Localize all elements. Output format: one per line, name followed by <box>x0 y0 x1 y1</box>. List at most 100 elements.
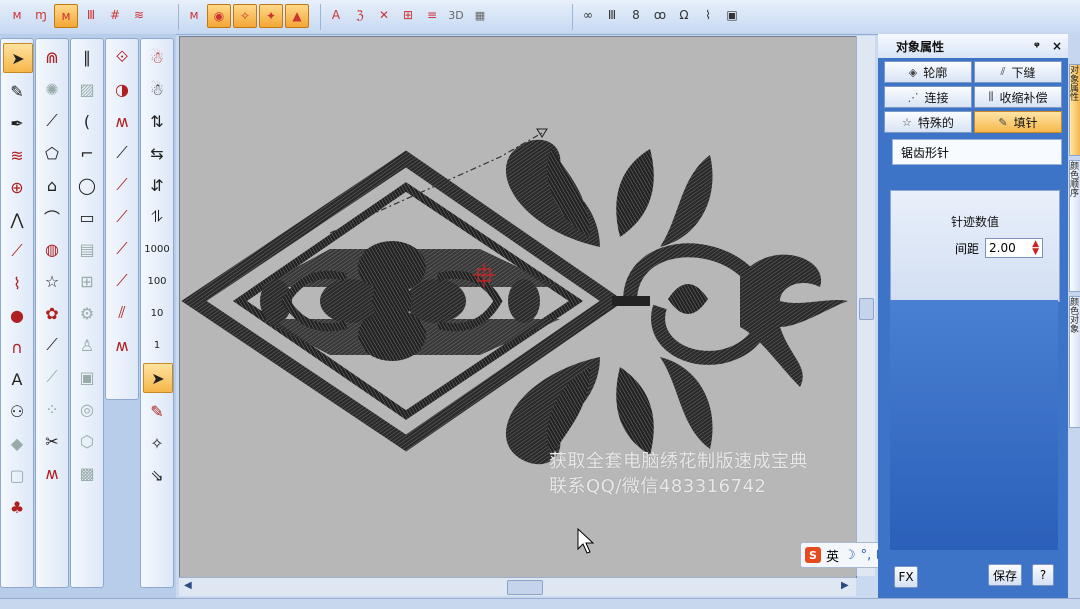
design-canvas[interactable]: 获取全套电脑绣花制版速成宝典 联系QQ/微信483316742 <box>179 36 857 578</box>
step-10-button[interactable]: 10 <box>143 299 171 327</box>
tab-outline[interactable]: ◈ 轮廓 <box>884 61 972 83</box>
figure-d-icon[interactable]: ⥮ <box>143 203 171 231</box>
red-circle-icon[interactable]: ● <box>3 301 31 329</box>
house-shape-icon[interactable]: ⌂ <box>38 171 66 199</box>
stitch-satin-icon[interactable]: ᴍ <box>54 4 78 28</box>
horizontal-scrollbar[interactable]: ◀ ▶ <box>179 577 856 596</box>
zigzag-icon[interactable]: ℨ <box>349 4 371 26</box>
arrows-v-icon[interactable]: ⇅ <box>143 107 171 135</box>
node-curve-icon[interactable]: ⌇ <box>3 269 31 297</box>
peak-icon[interactable]: ⋀ <box>3 205 31 233</box>
line-node-icon[interactable]: ⟋ <box>3 237 31 265</box>
circle-split-icon[interactable]: ⊕ <box>3 173 31 201</box>
tab-compensation[interactable]: ⫼ 收缩补偿 <box>974 86 1062 108</box>
scissor-icon[interactable]: ✂ <box>38 427 66 455</box>
step-1-button[interactable]: 1 <box>143 331 171 359</box>
arch-icon[interactable]: ∩ <box>3 333 31 361</box>
fx-button[interactable]: FX <box>894 566 918 588</box>
step-line-3-icon[interactable]: ⟋ <box>108 171 136 199</box>
fill-d-icon[interactable]: ✦ <box>259 4 283 28</box>
horizontal-scroll-thumb[interactable] <box>507 580 543 595</box>
hexagon-icon[interactable]: ⬡ <box>73 427 101 455</box>
blocks-icon[interactable]: ▤ <box>73 235 101 263</box>
moon-icon[interactable]: ☽ <box>844 548 856 563</box>
dots-icon[interactable]: ⁘ <box>38 395 66 423</box>
satin-tool-icon[interactable]: ʍ <box>108 107 136 135</box>
reshape-icon[interactable]: ✎ <box>3 77 31 105</box>
color-wheel-icon[interactable]: ◑ <box>108 75 136 103</box>
monitor-icon[interactable]: ▣ <box>721 4 743 26</box>
step-100-button[interactable]: 100 <box>143 267 171 295</box>
step-1000-button[interactable]: 1000 <box>143 235 171 263</box>
help-button[interactable]: ? <box>1032 564 1054 586</box>
vertical-scrollbar[interactable] <box>856 36 875 576</box>
maze-icon[interactable]: ▩ <box>73 459 101 487</box>
figure-c-icon[interactable]: ⇵ <box>143 171 171 199</box>
arc-icon[interactable]: ( <box>73 107 101 135</box>
figure-icon[interactable]: ♙ <box>73 331 101 359</box>
gear-tool-icon[interactable]: ⚙ <box>73 299 101 327</box>
circle-text-icon[interactable]: ◎ <box>73 395 101 423</box>
link-icon[interactable]: 8 <box>625 4 647 26</box>
needle-icon[interactable]: ⟋ <box>38 107 66 135</box>
bean-stitch-icon[interactable]: ⟋ <box>108 267 136 295</box>
punctuation-icon[interactable]: °, <box>861 548 872 563</box>
arrows-h-icon[interactable]: ⇆ <box>143 139 171 167</box>
path-pointer-icon[interactable]: ⇘ <box>143 461 171 489</box>
rectangle-icon[interactable]: ▭ <box>73 203 101 231</box>
fade-icon[interactable]: ⟋ <box>38 363 66 391</box>
zigzag-stitch-icon[interactable]: ʍ <box>108 331 136 359</box>
tab-fill-stitch[interactable]: ✎ 填针 <box>974 111 1062 133</box>
fill-e-icon[interactable]: ▲ <box>285 4 309 28</box>
lines-icon[interactable]: ≡ <box>421 4 443 26</box>
star-pointer-icon[interactable]: ✧ <box>143 429 171 457</box>
hatch-tool-icon[interactable]: ▨ <box>73 75 101 103</box>
vertical-scroll-thumb[interactable] <box>859 298 874 320</box>
grid-icon[interactable]: ⊞ <box>397 4 419 26</box>
fill-b-icon[interactable]: ◉ <box>207 4 231 28</box>
frame-icon[interactable]: ▢ <box>3 461 31 489</box>
scroll-left-icon[interactable]: ◀ <box>184 580 192 591</box>
stitch-run-icon[interactable]: ɱ <box>30 4 52 26</box>
stitch-tatami-icon[interactable]: Ⅲ <box>80 4 102 26</box>
hatch-icon[interactable]: ✕ <box>373 4 395 26</box>
omega-icon[interactable]: Ω <box>673 4 695 26</box>
fill-c-icon[interactable]: ✧ <box>233 4 257 28</box>
fill-a-icon[interactable]: ᴍ <box>183 4 205 26</box>
select-arrow-icon[interactable]: ➤ <box>3 43 33 73</box>
manual-stitch-3-icon[interactable]: ⟋ <box>108 235 136 263</box>
figure-a-icon[interactable]: ☃ <box>143 43 171 71</box>
pin-icon[interactable]: ᵠ <box>1034 39 1040 53</box>
figure-b-icon[interactable]: ☃ <box>143 75 171 103</box>
polygon-icon[interactable]: ⬠ <box>38 139 66 167</box>
stitch-cross-icon[interactable]: # <box>104 4 126 26</box>
diamond-icon[interactable]: ◆ <box>3 429 31 457</box>
flower-icon[interactable]: ✿ <box>38 299 66 327</box>
letter-a-icon[interactable]: A <box>325 4 347 26</box>
tab-special[interactable]: ☆ 特殊的 <box>884 111 972 133</box>
close-icon[interactable]: × <box>1052 39 1062 53</box>
star-shape-icon[interactable]: ☆ <box>38 267 66 295</box>
wave-tool-icon[interactable]: ≋ <box>3 141 31 169</box>
text-tool-icon[interactable]: A <box>3 365 31 393</box>
frame-square-icon[interactable]: ▣ <box>73 363 101 391</box>
column-icon[interactable]: Ⅲ <box>601 4 623 26</box>
loop-icon[interactable]: ꝏ <box>649 4 671 26</box>
grid-tool-icon[interactable]: ⊞ <box>73 267 101 295</box>
ball-icon[interactable]: ◍ <box>38 235 66 263</box>
people-icon[interactable]: ⚇ <box>3 397 31 425</box>
ime-language-indicator[interactable]: 英 <box>826 546 839 565</box>
step-line-icon[interactable]: ⟋ <box>108 139 136 167</box>
tab-underlay[interactable]: ⫽ 下缝 <box>974 61 1062 83</box>
manual-stitch-icon[interactable]: ⟋ <box>108 203 136 231</box>
ellipse-icon[interactable]: ◯ <box>73 171 101 199</box>
fill-type-select[interactable]: 锯齿形针 <box>892 139 1062 165</box>
double-line-icon[interactable]: ∥ <box>73 43 101 71</box>
magnet-icon[interactable]: ⋒ <box>38 43 66 71</box>
knife-icon[interactable]: ⟋ <box>38 331 66 359</box>
label-3d[interactable]: 3D <box>445 4 467 26</box>
curve-shape-icon[interactable]: ⌒ <box>38 203 66 231</box>
pen-icon[interactable]: ✒ <box>3 109 31 137</box>
splatter-icon[interactable]: ✺ <box>38 75 66 103</box>
pointer-icon[interactable]: ➤ <box>143 363 173 393</box>
